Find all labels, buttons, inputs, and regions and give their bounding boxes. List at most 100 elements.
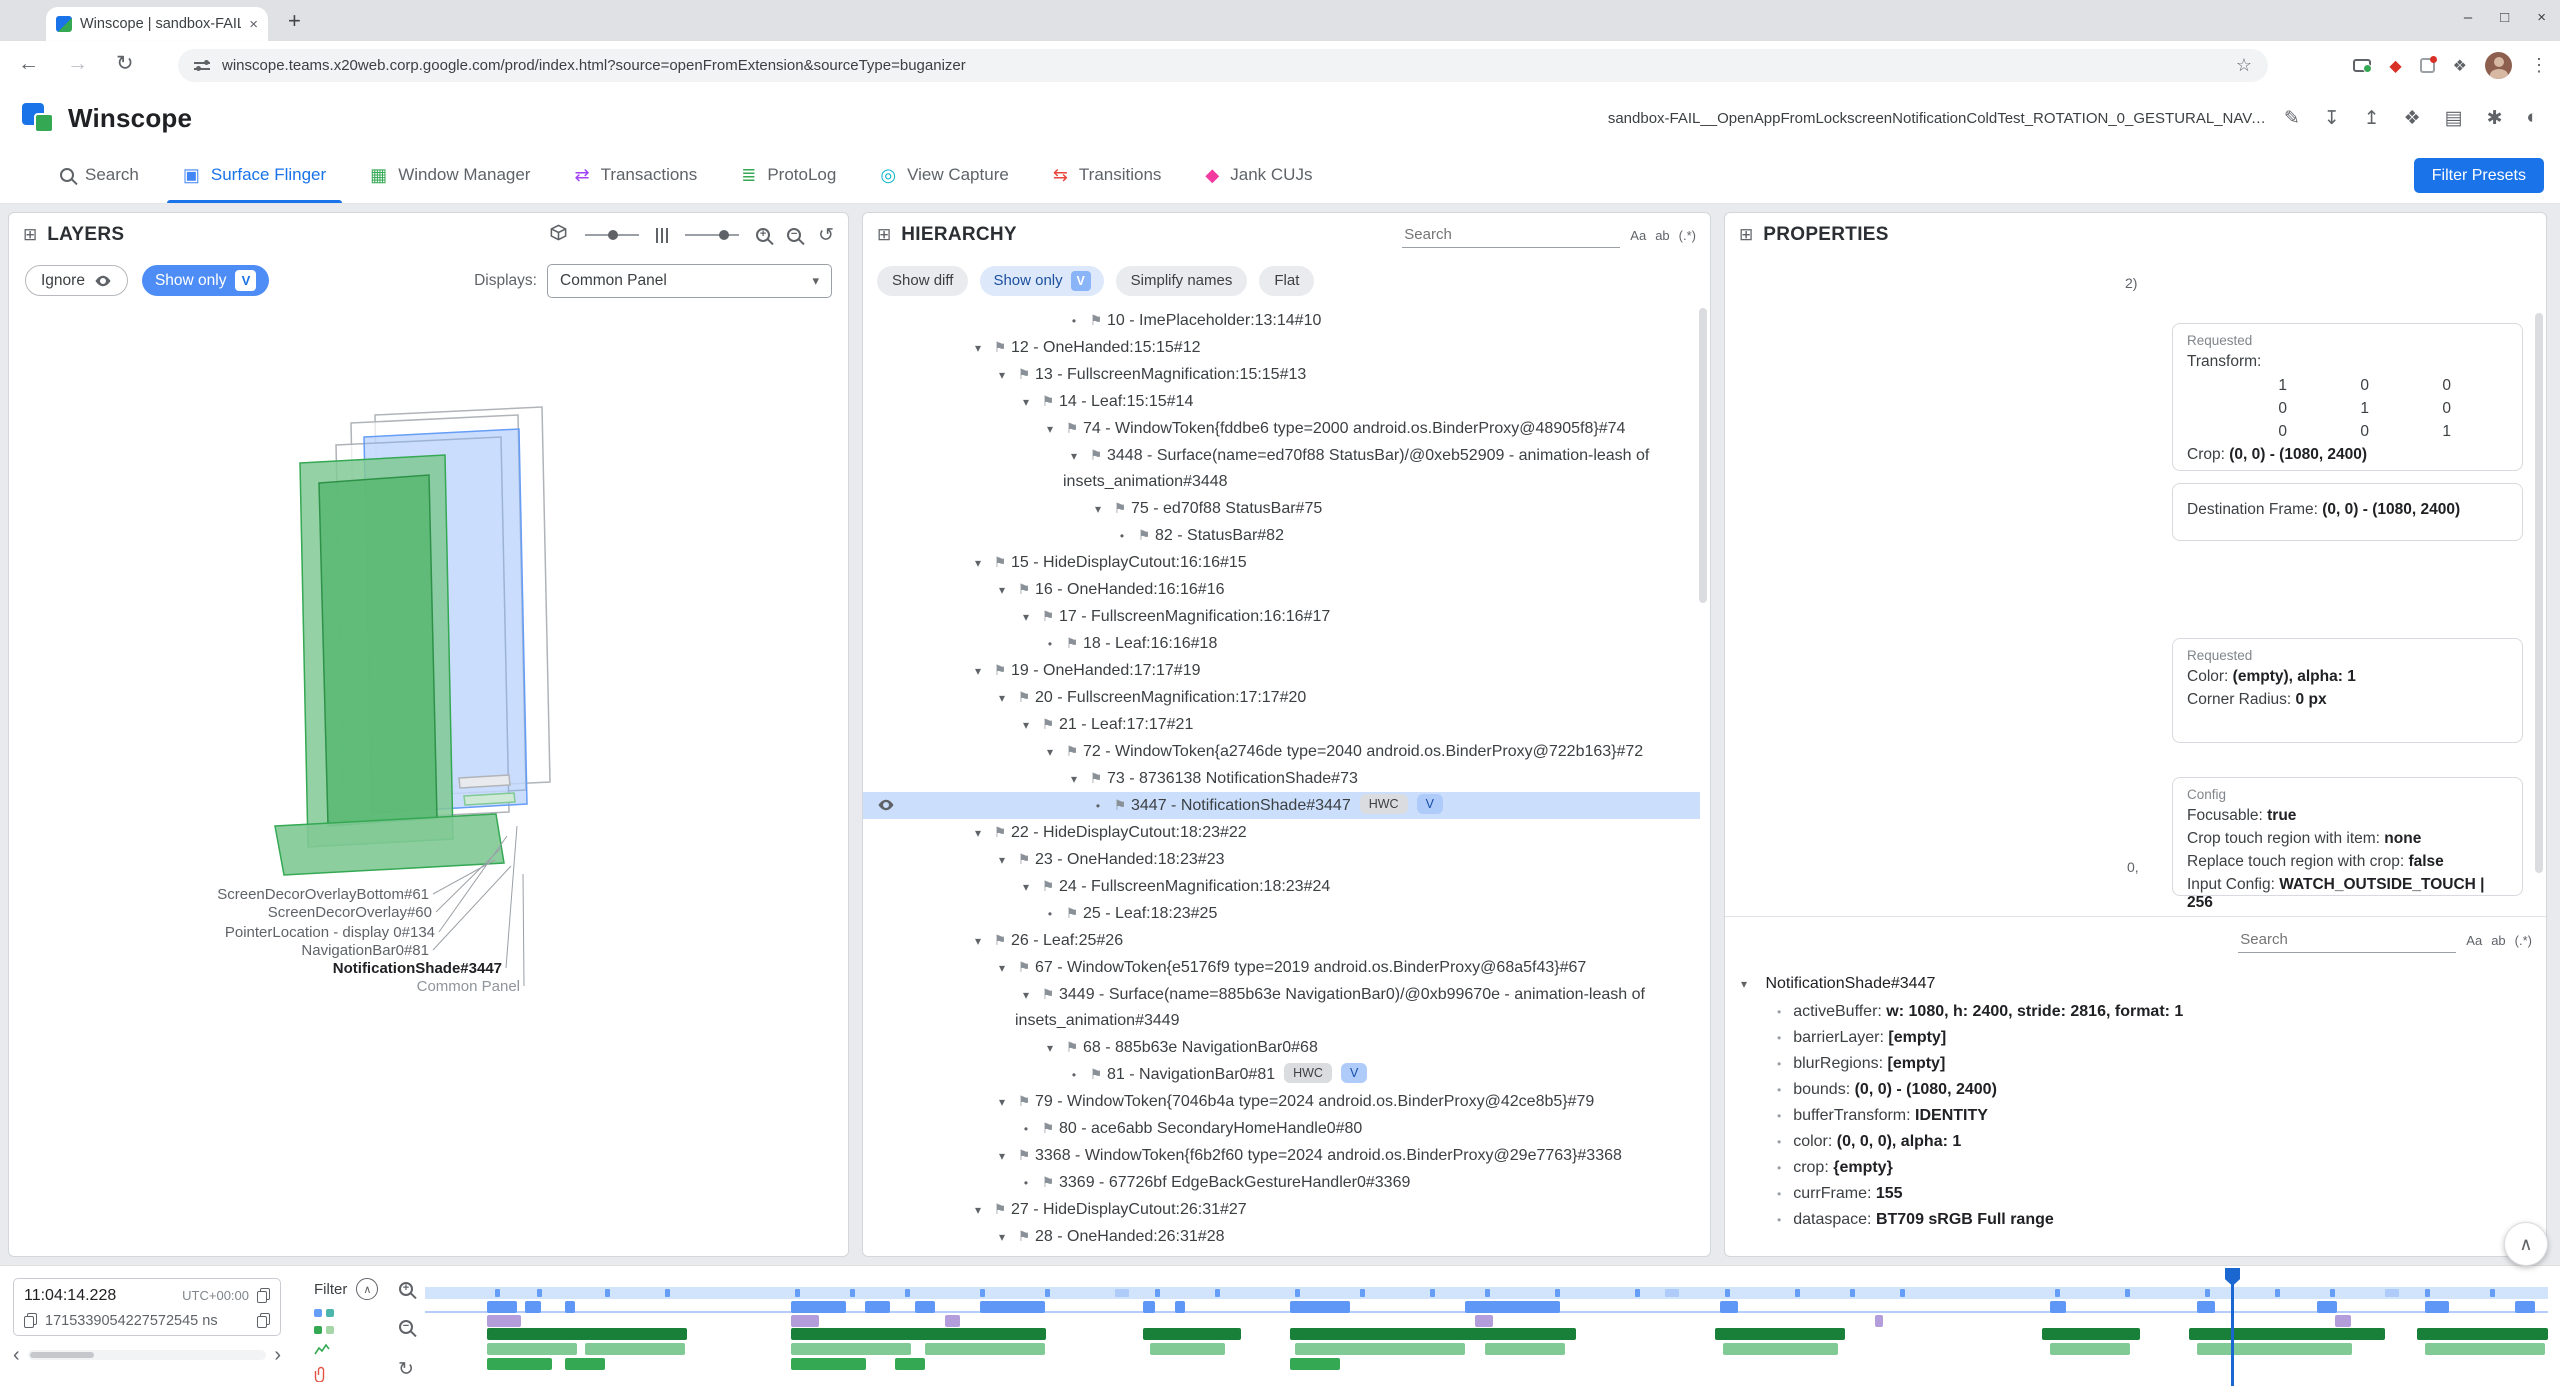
hierarchy-tree-row[interactable]: ▾⚑14 - Leaf:15:15#14 — [863, 388, 1700, 415]
hierarchy-tree-row[interactable]: ▾⚑28 - OneHanded:26:31#28 — [863, 1223, 1700, 1250]
property-item[interactable]: •crop: {empty} — [1725, 1155, 2546, 1181]
timeline-zoom-out-icon[interactable]: − — [399, 1320, 413, 1334]
expand-arrow-icon[interactable]: ▾ — [991, 847, 1013, 873]
browser-menu-icon[interactable]: ⋮ — [2530, 55, 2548, 76]
panel-move-icon[interactable]: ⊞ — [23, 225, 37, 245]
layer-rect-thin[interactable] — [464, 793, 515, 805]
pin-flag-icon[interactable]: ⚑ — [1085, 307, 1107, 333]
timeline-prev-icon[interactable]: ‹ — [13, 1345, 20, 1365]
expand-arrow-icon[interactable]: ▾ — [1039, 416, 1061, 442]
pin-flag-icon[interactable]: ⚑ — [1037, 1115, 1059, 1141]
pin-flag-icon[interactable]: ⚑ — [1037, 388, 1059, 414]
hierarchy-tree-row[interactable]: ▾⚑79 - WindowToken{7046b4a type=2024 and… — [863, 1088, 1700, 1115]
pin-flag-icon[interactable]: ⚑ — [1037, 873, 1059, 899]
properties-search-input[interactable] — [2238, 927, 2456, 953]
hierarchy-tree-row[interactable]: ▾⚑26 - Leaf:25#26 — [863, 927, 1700, 954]
pin-flag-icon[interactable]: ⚑ — [1037, 711, 1059, 737]
hierarchy-tree-row[interactable]: ▾⚑72 - WindowToken{a2746de type=2040 and… — [863, 738, 1700, 765]
url-text[interactable]: winscope.teams.x20web.corp.google.com/pr… — [222, 57, 2224, 74]
simplify-names-toggle[interactable]: Simplify names — [1116, 266, 1248, 296]
expand-arrow-icon[interactable]: ▾ — [1063, 443, 1085, 469]
pin-flag-icon[interactable]: ⚑ — [1013, 846, 1035, 872]
pin-flag-icon[interactable]: ⚑ — [1109, 495, 1131, 521]
docs-icon[interactable]: ▤ — [2445, 107, 2463, 130]
property-item[interactable]: •bounds: (0, 0) - (1080, 2400) — [1725, 1077, 2546, 1103]
property-item[interactable]: •barrierLayer: [empty] — [1725, 1025, 2546, 1051]
pin-flag-icon[interactable]: ⚑ — [1133, 522, 1155, 548]
pin-flag-icon[interactable]: ⚑ — [1013, 1142, 1035, 1168]
extension-badge-icon[interactable] — [2420, 58, 2435, 73]
property-item[interactable]: •bufferTransform: IDENTITY — [1725, 1103, 2546, 1129]
expand-arrow-icon[interactable]: ▾ — [991, 955, 1013, 981]
hierarchy-tree-row[interactable]: ▾⚑3368 - WindowToken{f6b2f60 type=2024 a… — [863, 1142, 1700, 1169]
copy-icon[interactable] — [257, 1288, 270, 1303]
extension-gem-icon[interactable]: ◆ — [2389, 56, 2401, 76]
expand-arrow-icon[interactable]: ▾ — [967, 335, 989, 361]
bookmark-star-icon[interactable]: ☆ — [2236, 55, 2252, 76]
pin-flag-icon[interactable]: ⚑ — [1061, 630, 1083, 656]
expand-arrow-icon[interactable]: ▾ — [967, 658, 989, 684]
expand-arrow-icon[interactable]: ▾ — [1039, 1035, 1061, 1061]
timeline-next-icon[interactable]: › — [274, 1345, 281, 1365]
pin-flag-icon[interactable]: ⚑ — [1013, 576, 1035, 602]
layer-label[interactable]: Common Panel — [100, 978, 520, 995]
rotation-slider[interactable] — [585, 234, 639, 236]
expand-arrow-icon[interactable]: ▾ — [1015, 389, 1037, 415]
hierarchy-tree-row[interactable]: ▾⚑75 - ed70f88 StatusBar#75 — [863, 495, 1700, 522]
pin-flag-icon[interactable]: ⚑ — [1013, 684, 1035, 710]
pin-flag-icon[interactable]: ⚑ — [1013, 954, 1035, 980]
trace-legend-chart-icon[interactable] — [314, 1343, 406, 1357]
hierarchy-tree-row[interactable]: ▾⚑24 - FullscreenMagnification:18:23#24 — [863, 873, 1700, 900]
hierarchy-tree-row[interactable]: ▾⚑13 - FullscreenMagnification:15:15#13 — [863, 361, 1700, 388]
expand-arrow-icon[interactable]: ▾ — [1063, 766, 1085, 792]
hierarchy-tree-row[interactable]: •⚑80 - ace6abb SecondaryHomeHandle0#80 — [863, 1115, 1700, 1142]
apps-icon[interactable]: ❖ — [2404, 107, 2421, 130]
flat-toggle[interactable]: Flat — [1259, 266, 1314, 296]
ignore-toggle[interactable]: Ignore — [25, 265, 128, 296]
property-item[interactable]: •dataspace: BT709 sRGB Full range — [1725, 1207, 2546, 1233]
regex-icon[interactable]: (.*) — [1679, 228, 1696, 243]
layer-label[interactable]: ScreenDecorOverlayBottom#61 — [9, 886, 429, 903]
show-only-visible-toggle[interactable]: Show only V — [980, 266, 1103, 296]
pin-flag-icon[interactable]: ⚑ — [1061, 900, 1083, 926]
hierarchy-tree-row[interactable]: ▾⚑15 - HideDisplayCutout:16:16#15 — [863, 549, 1700, 576]
zoom-in-icon[interactable]: + — [756, 228, 770, 242]
hierarchy-tree-row[interactable]: ▾⚑19 - OneHanded:17:17#19 — [863, 657, 1700, 684]
tab-transitions[interactable]: ⇆Transitions — [1031, 147, 1184, 203]
tab-transactions[interactable]: ⇄Transactions — [552, 147, 719, 203]
hierarchy-tree-row[interactable]: ▾⚑3448 - Surface(name=ed70f88 StatusBar)… — [863, 442, 1700, 495]
timeline-canvas[interactable] — [425, 1268, 2548, 1390]
pin-flag-icon[interactable]: ⚑ — [989, 657, 1011, 683]
hierarchy-tree-row[interactable]: ▾⚑68 - 885b63e NavigationBar0#68 — [863, 1034, 1700, 1061]
pin-flag-icon[interactable]: ⚑ — [1037, 1250, 1059, 1256]
pin-flag-icon[interactable]: ⚑ — [989, 819, 1011, 845]
expand-arrow-icon[interactable]: ▾ — [967, 820, 989, 846]
url-bar[interactable]: winscope.teams.x20web.corp.google.com/pr… — [178, 49, 2268, 82]
tab-close-icon[interactable]: × — [249, 16, 258, 33]
expand-arrow-icon[interactable]: ▾ — [1741, 977, 1761, 991]
bug-icon[interactable]: ✱ — [2487, 107, 2503, 130]
attachment-icon[interactable] — [314, 1366, 406, 1382]
whole-word-icon[interactable]: ab — [1655, 228, 1669, 243]
layer-label[interactable]: NotificationShade#3447 — [82, 960, 502, 977]
cast-icon[interactable] — [2353, 59, 2371, 72]
trace-legend-sf[interactable] — [314, 1309, 406, 1317]
hierarchy-tree-row[interactable]: •⚑10 - ImePlaceholder:13:14#10 — [863, 307, 1700, 334]
pin-flag-icon[interactable]: ⚑ — [1013, 1223, 1035, 1249]
download-icon[interactable]: ↧ — [2324, 107, 2340, 130]
pin-flag-icon[interactable]: ⚑ — [1085, 442, 1107, 468]
property-item[interactable]: •color: (0, 0, 0), alpha: 1 — [1725, 1129, 2546, 1155]
expand-arrow-icon[interactable]: ▾ — [1039, 739, 1061, 765]
layers-3d-view[interactable]: ScreenDecorOverlayBottom#61ScreenDecorOv… — [9, 308, 848, 1256]
layer-rect-green-inner[interactable] — [319, 475, 437, 826]
upload-icon[interactable]: ↥ — [2364, 107, 2380, 130]
tab-protolog[interactable]: ≣ProtoLog — [719, 147, 858, 203]
edit-icon[interactable]: ✎ — [2284, 107, 2300, 130]
layer-label[interactable]: NavigationBar0#81 — [9, 942, 429, 959]
hierarchy-search-input[interactable] — [1402, 222, 1620, 248]
expand-arrow-icon[interactable]: ▾ — [1015, 874, 1037, 900]
clipboard-icon[interactable] — [24, 1313, 37, 1328]
current-time-marker[interactable] — [2231, 1270, 2234, 1386]
layer-label[interactable]: ScreenDecorOverlay#60 — [12, 904, 432, 921]
pin-flag-icon[interactable]: ⚑ — [989, 334, 1011, 360]
